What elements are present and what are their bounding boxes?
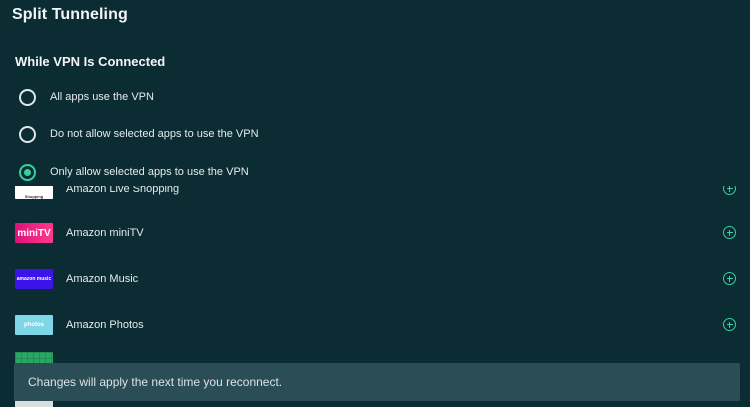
amazon-photos-logo: photos — [15, 315, 53, 335]
radio-label: All apps use the VPN — [50, 91, 154, 103]
amazon-music-logo: amazon music — [15, 269, 53, 289]
add-circle-icon[interactable] — [723, 272, 736, 285]
radio-option-only-selected[interactable]: Only allow selected apps to use the VPN — [19, 163, 249, 181]
add-circle-icon[interactable] — [723, 318, 736, 331]
app-row-amazon-minitv[interactable]: miniTV Amazon miniTV — [0, 223, 750, 247]
snackbar: Changes will apply the next time you rec… — [14, 363, 740, 401]
radio-button[interactable] — [19, 88, 36, 106]
app-name: Amazon miniTV — [66, 227, 144, 239]
radio-option-exclude-selected[interactable]: Do not allow selected apps to use the VP… — [19, 125, 259, 143]
app-row-amazon-live-shopping[interactable]: Shopping Amazon Live Shopping — [0, 186, 750, 203]
app-row-partial[interactable] — [0, 400, 750, 407]
app-name: Amazon Live Shopping — [66, 186, 180, 195]
app-name: Amazon Music — [66, 273, 139, 285]
section-heading: While VPN Is Connected — [15, 54, 166, 69]
radio-button-selected[interactable] — [19, 163, 36, 181]
split-tunneling-screen: Shopping Amazon Live Shopping miniTV Ama… — [0, 0, 750, 407]
amazon-live-shopping-logo: Shopping — [15, 186, 53, 199]
add-circle-icon[interactable] — [723, 226, 736, 239]
app-row-amazon-photos[interactable]: photos Amazon Photos — [0, 315, 750, 339]
app-name: Amazon Photos — [66, 319, 144, 331]
app-logo — [15, 400, 53, 407]
radio-label: Do not allow selected apps to use the VP… — [50, 128, 259, 140]
app-row-amazon-music[interactable]: amazon music Amazon Music — [0, 269, 750, 293]
amazon-minitv-logo: miniTV — [15, 223, 53, 243]
page-title: Split Tunneling — [12, 6, 128, 23]
radio-label: Only allow selected apps to use the VPN — [50, 166, 249, 178]
radio-button[interactable] — [19, 125, 36, 143]
radio-option-all-apps[interactable]: All apps use the VPN — [19, 88, 154, 106]
add-circle-icon[interactable] — [723, 186, 736, 195]
snackbar-message: Changes will apply the next time you rec… — [28, 375, 283, 389]
